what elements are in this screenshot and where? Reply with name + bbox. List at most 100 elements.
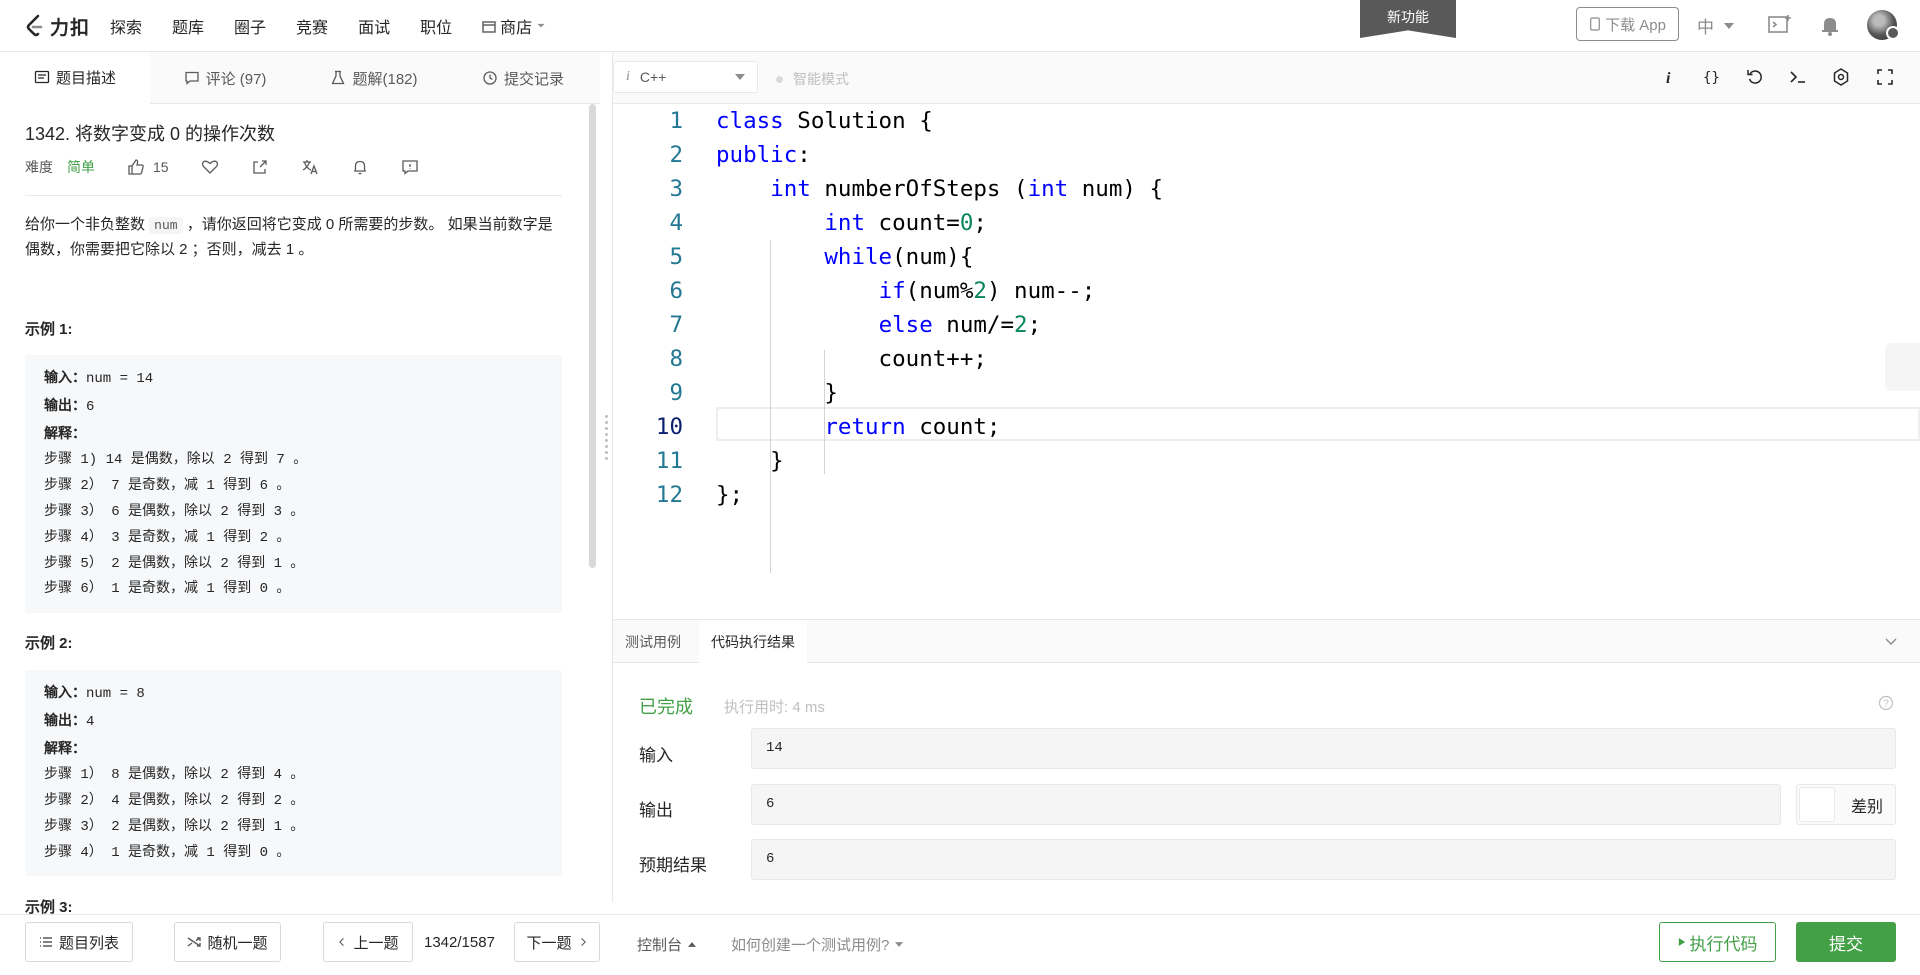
description-icon — [34, 70, 50, 84]
output-value: 6 — [86, 398, 95, 415]
example-explain: 解释： — [44, 421, 543, 449]
editor-toolbar: i C++ 智能模式 i {} — [613, 52, 1920, 104]
line-number: 3 — [669, 176, 683, 202]
heart-icon[interactable] — [201, 158, 219, 176]
playground-icon[interactable] — [1767, 12, 1793, 38]
settings-icon[interactable] — [1831, 67, 1851, 87]
code-line[interactable]: 4 int count=0; — [613, 206, 1920, 240]
code-line[interactable]: 7 else num/=2; — [613, 308, 1920, 342]
code-line[interactable]: 1 class Solution { — [613, 104, 1920, 138]
input-field[interactable]: 14 — [751, 728, 1896, 769]
code-text: while(num){ — [716, 240, 973, 274]
howto-label: 如何创建一个测试用例? — [731, 937, 890, 954]
example-step: 步骤 6） 1 是奇数，减 1 得到 0 。 — [44, 581, 291, 598]
prev-problem-button[interactable]: 上一题 — [323, 922, 413, 962]
code-line[interactable]: 6 if(num%2) num--; — [613, 274, 1920, 308]
code-line[interactable]: 10 return count; — [613, 410, 1920, 444]
translate-icon[interactable] — [301, 158, 319, 176]
nav-problems[interactable]: 题库 — [172, 14, 204, 38]
nav-explore[interactable]: 探索 — [110, 14, 142, 38]
nav-circle[interactable]: 圈子 — [234, 14, 266, 38]
code-line[interactable]: 9 } — [613, 376, 1920, 410]
tab-run-result[interactable]: 代码执行结果 — [699, 620, 807, 663]
toggle-dot-icon — [776, 75, 783, 83]
help-icon[interactable]: ? — [1878, 695, 1894, 711]
flask-icon — [331, 70, 346, 85]
resize-handle[interactable] — [603, 415, 609, 471]
next-problem-button[interactable]: 下一题 — [514, 922, 600, 962]
chevron-down-icon — [1724, 22, 1734, 29]
diff-toggle[interactable]: 差别 — [1796, 784, 1896, 825]
nav-contest[interactable]: 竞赛 — [296, 14, 328, 38]
share-icon[interactable] — [251, 158, 269, 176]
nav-store[interactable]: 商店 — [482, 14, 546, 38]
terminal-icon[interactable] — [1788, 67, 1808, 87]
side-panel-tab[interactable] — [1885, 343, 1920, 391]
code-keyword: int — [770, 176, 811, 202]
language-select[interactable]: i C++ — [613, 61, 758, 93]
run-code-button[interactable]: 执行代码 — [1659, 922, 1776, 962]
code-number: 0 — [959, 210, 974, 236]
example-2-title: 示例 2: — [25, 635, 73, 652]
play-icon — [1678, 938, 1685, 946]
tab-comments[interactable]: 评论 (97) — [150, 52, 300, 104]
language-switch[interactable]: 中 — [1697, 13, 1734, 38]
example-1-box: 输入：num = 14 输出：6 解释： 步骤 1) 14 是偶数，除以 2 得… — [25, 355, 562, 613]
chevron-down-icon[interactable] — [1883, 633, 1899, 649]
reset-icon[interactable] — [1745, 67, 1765, 87]
code-line[interactable]: 2 public: — [613, 138, 1920, 172]
code-line[interactable]: 3 int numberOfSteps (int num) { — [613, 172, 1920, 206]
code-token: ; — [973, 210, 987, 236]
fullscreen-icon[interactable] — [1875, 67, 1895, 87]
example-step: 步骤 3） 2 是偶数，除以 2 得到 1 。 — [44, 818, 305, 835]
main-nav: 探索 题库 圈子 竞赛 面试 职位 商店 — [110, 0, 546, 52]
code-line[interactable]: 8 count++; — [613, 342, 1920, 376]
smart-mode-toggle[interactable]: 智能模式 — [776, 69, 849, 89]
code-token: Solution { — [783, 108, 933, 134]
new-feature-banner[interactable]: 新功能 — [1360, 0, 1456, 38]
tab-testcase[interactable]: 测试用例 — [613, 620, 693, 663]
example-step: 步骤 2） 7 是奇数，减 1 得到 6 。 — [44, 478, 291, 495]
download-app-button[interactable]: 下载 App — [1576, 7, 1679, 41]
bell-icon[interactable] — [351, 158, 369, 176]
problem-title: 1342. 将数字变成 0 的操作次数 — [25, 124, 276, 144]
howto-testcase-link[interactable]: 如何创建一个测试用例? — [731, 934, 904, 955]
code-token: count= — [865, 210, 960, 236]
nav-store-label: 商店 — [500, 20, 533, 37]
input-value: num = 8 — [86, 686, 145, 702]
leetcode-logo[interactable]: 力扣 — [24, 12, 90, 40]
nav-jobs[interactable]: 职位 — [420, 14, 452, 38]
description-code: num — [149, 217, 183, 234]
code-keyword: else — [878, 312, 933, 338]
info-icon[interactable]: i — [1659, 67, 1679, 87]
code-line[interactable]: 5 while(num){ — [613, 240, 1920, 274]
tab-submissions[interactable]: 提交记录 — [448, 52, 598, 104]
random-problem-button[interactable]: 随机一题 — [174, 922, 281, 962]
code-editor[interactable]: 1 class Solution {2 public: 3 int numberOfS… — [613, 104, 1920, 619]
tab-solutions[interactable]: 题解(182) — [300, 52, 448, 104]
bell-icon[interactable] — [1817, 12, 1843, 38]
code-token: (num){ — [892, 244, 974, 270]
feedback-icon[interactable] — [401, 158, 419, 176]
code-text: } — [716, 444, 784, 478]
bottom-bar: 题目列表 随机一题 上一题 1342/1587 下一题 控制台 如何创建一个测试… — [0, 914, 1920, 975]
tab-description[interactable]: 题目描述 — [0, 52, 150, 104]
console-toggle[interactable]: 控制台 — [637, 934, 697, 955]
scrollbar[interactable] — [589, 104, 596, 568]
nav-interview[interactable]: 面试 — [358, 14, 390, 38]
result-tabs: 测试用例 代码执行结果 — [613, 619, 1920, 663]
braces-icon[interactable]: {} — [1702, 67, 1722, 87]
phone-icon — [1590, 17, 1600, 31]
code-line[interactable]: 12}; — [613, 478, 1920, 512]
code-text: public: — [716, 138, 811, 172]
problem-list-button[interactable]: 题目列表 — [25, 922, 133, 962]
line-number: 1 — [669, 108, 683, 134]
caret-down-icon — [895, 942, 904, 947]
thumbs-up-icon[interactable] — [127, 158, 145, 176]
submit-button[interactable]: 提交 — [1796, 922, 1896, 962]
code-line[interactable]: 11 } — [613, 444, 1920, 478]
